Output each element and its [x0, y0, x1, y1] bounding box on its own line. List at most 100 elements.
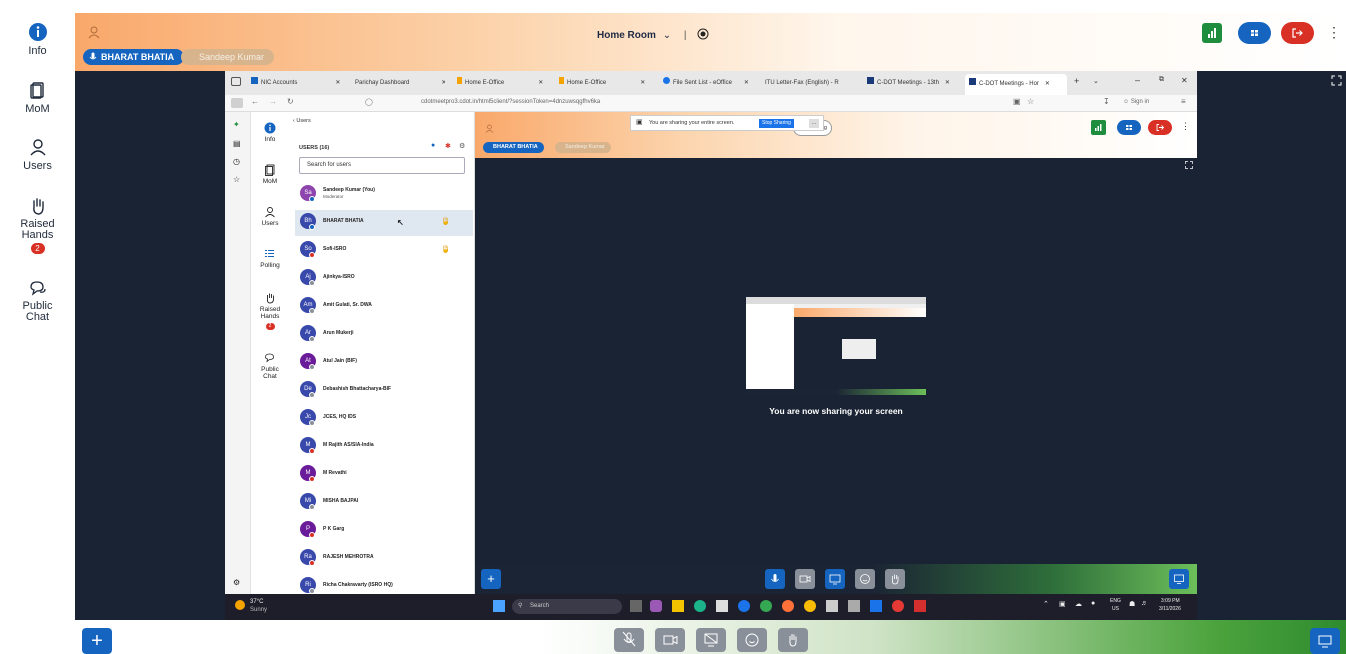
user-row[interactable]: MM Rajith AS/SIA-India: [295, 434, 471, 460]
user-row[interactable]: Sa Sandeep Kumar (You) Moderator: [295, 182, 471, 208]
hide-banner-icon[interactable]: …: [809, 119, 819, 128]
stop-sharing-button[interactable]: Stop Sharing: [759, 119, 794, 128]
inner-rail-raised-hands[interactable]: Raised Hands 2: [251, 292, 289, 330]
fullscreen-icon[interactable]: [1185, 161, 1193, 169]
settings-icon[interactable]: ⚙: [233, 578, 240, 587]
sparkle-icon[interactable]: ✦: [233, 120, 240, 129]
firefox-icon[interactable]: [782, 600, 794, 612]
camera-button[interactable]: [795, 569, 815, 589]
reader-icon[interactable]: ▣: [1013, 97, 1021, 106]
rail-item-users[interactable]: Users: [0, 137, 75, 172]
inner-rail-info[interactable]: Info: [251, 122, 289, 143]
tabs-icon[interactable]: ▤: [233, 139, 241, 148]
user-row[interactable]: De Debashish Bhattacharya-BIF: [295, 378, 471, 404]
leave-button[interactable]: [1148, 120, 1172, 135]
browser-tab[interactable]: NIC Accounts ✕: [251, 77, 341, 89]
users-back-link[interactable]: ‹ Users: [293, 118, 311, 124]
new-tab-icon[interactable]: +: [1074, 76, 1079, 86]
tray-icon[interactable]: ▣: [1059, 600, 1066, 608]
region-indicator[interactable]: US: [1112, 606, 1119, 612]
pdf-icon[interactable]: [914, 600, 926, 612]
rail-item-raised-hands[interactable]: Raised Hands 2: [0, 196, 75, 254]
sign-in-button[interactable]: ☺ Sign in: [1123, 99, 1149, 105]
browser-tab[interactable]: File Sent List - eOffice ✕: [663, 77, 759, 89]
screen-share-button[interactable]: [825, 569, 845, 589]
presenter-pill[interactable]: BHARAT BHATIA: [483, 142, 544, 153]
inner-rail-users[interactable]: Users: [251, 206, 289, 227]
minimize-icon[interactable]: –: [1135, 75, 1140, 85]
browser-tab-active[interactable]: C-DOT Meetings - Hor ✕: [965, 74, 1067, 95]
restore-icon[interactable]: ⧉: [1159, 76, 1164, 84]
room-selector[interactable]: Home Room ⌄ |: [597, 26, 709, 41]
history-icon[interactable]: ◷: [233, 157, 240, 166]
user-row[interactable]: So Sofi-ISRO: [295, 238, 471, 264]
download-icon[interactable]: ↧: [1103, 97, 1110, 106]
forward-icon[interactable]: →: [269, 97, 277, 106]
user-pill[interactable]: Sandeep Kumar: [181, 49, 275, 65]
user-row[interactable]: Mi MISHA BAJPAI: [295, 490, 471, 516]
camera-button[interactable]: [655, 628, 685, 652]
presenter-pill[interactable]: BHARAT BHATIA: [83, 49, 185, 65]
rail-item-mom[interactable]: MoM: [0, 80, 75, 115]
add-action-button[interactable]: +: [481, 569, 501, 589]
close-icon[interactable]: ✕: [441, 80, 445, 86]
back-icon[interactable]: ←: [251, 97, 259, 106]
user-row[interactable]: Jc JCES, HQ IDS: [295, 406, 471, 432]
chrome-icon[interactable]: [760, 600, 772, 612]
task-view-icon[interactable]: [630, 600, 642, 612]
inner-rail-mom[interactable]: MoM: [251, 164, 289, 185]
chevron-up-icon[interactable]: ⌃: [1043, 600, 1049, 608]
user-row[interactable]: PP K Garg: [295, 518, 471, 544]
user-row[interactable]: Am Amit Gulati, Sr. DWA: [295, 294, 471, 320]
raise-hand-button[interactable]: [778, 628, 808, 652]
add-action-button[interactable]: +: [82, 628, 112, 654]
mic-button[interactable]: [765, 569, 785, 589]
inner-rail-public-chat[interactable]: Public Chat: [251, 352, 289, 380]
sidebar-toggle-icon[interactable]: [231, 98, 243, 108]
file-explorer-icon[interactable]: [672, 600, 684, 612]
settings-icon[interactable]: ⚙: [459, 142, 465, 150]
user-pill[interactable]: Sandeep Kumar: [555, 142, 611, 153]
layout-button[interactable]: [1117, 120, 1141, 135]
close-icon[interactable]: ✕: [335, 80, 340, 86]
user-row[interactable]: At Atul Jain (BIF): [295, 350, 471, 376]
store-icon[interactable]: [716, 600, 728, 612]
user-row[interactable]: MM Revathi: [295, 462, 471, 488]
bookmark-icon[interactable]: ☆: [233, 175, 240, 184]
search-users-input[interactable]: Search for users: [299, 157, 465, 174]
user-row[interactable]: Aj Ajinkya-ISRO: [295, 266, 471, 292]
volume-icon[interactable]: ♬: [1141, 600, 1148, 607]
wifi-icon[interactable]: ☗: [1129, 600, 1135, 608]
mic-icon[interactable]: ●: [431, 142, 435, 149]
reactions-button[interactable]: [855, 569, 875, 589]
chevron-down-icon[interactable]: ⌄: [1093, 77, 1099, 85]
inner-rail-polling[interactable]: Polling: [251, 248, 289, 269]
screen-share-button[interactable]: [696, 628, 726, 652]
mic-tray-icon[interactable]: ●: [1091, 600, 1095, 607]
hp-icon[interactable]: [738, 600, 750, 612]
app-icon[interactable]: [870, 600, 882, 612]
user-row[interactable]: Ar Arun Mukerji: [295, 322, 471, 348]
url-text[interactable]: cdotmeetpro3.cdot.in/html5client/?sessio…: [421, 99, 600, 105]
connection-status-button[interactable]: [1091, 120, 1106, 135]
presentation-button[interactable]: [1169, 569, 1189, 589]
close-icon[interactable]: ✕: [538, 80, 543, 86]
browser-tab[interactable]: Parichay Dashboard ✕: [355, 77, 445, 89]
edge-icon[interactable]: [694, 600, 706, 612]
mic-button[interactable]: [614, 628, 644, 652]
browser-tab[interactable]: ITU Letter-Fax (English) - R: [765, 77, 857, 89]
windows-start-icon[interactable]: [493, 600, 505, 612]
clock-time[interactable]: 3:09 PM: [1161, 598, 1180, 604]
rail-item-public-chat[interactable]: Public Chat: [0, 278, 75, 323]
menu-icon[interactable]: ≡: [1181, 97, 1186, 106]
network-app-icon[interactable]: [848, 600, 860, 612]
raise-hand-button[interactable]: [885, 569, 905, 589]
close-window-icon[interactable]: ✕: [1181, 76, 1188, 85]
connection-status-button[interactable]: [1202, 23, 1222, 43]
more-options-icon[interactable]: ⋮: [1181, 121, 1190, 132]
star-icon[interactable]: ☆: [1027, 97, 1034, 106]
chrome-red-icon[interactable]: [892, 600, 904, 612]
close-icon[interactable]: ✕: [1045, 81, 1050, 87]
reload-icon[interactable]: ↻: [287, 97, 294, 106]
layout-button[interactable]: [1238, 22, 1271, 44]
